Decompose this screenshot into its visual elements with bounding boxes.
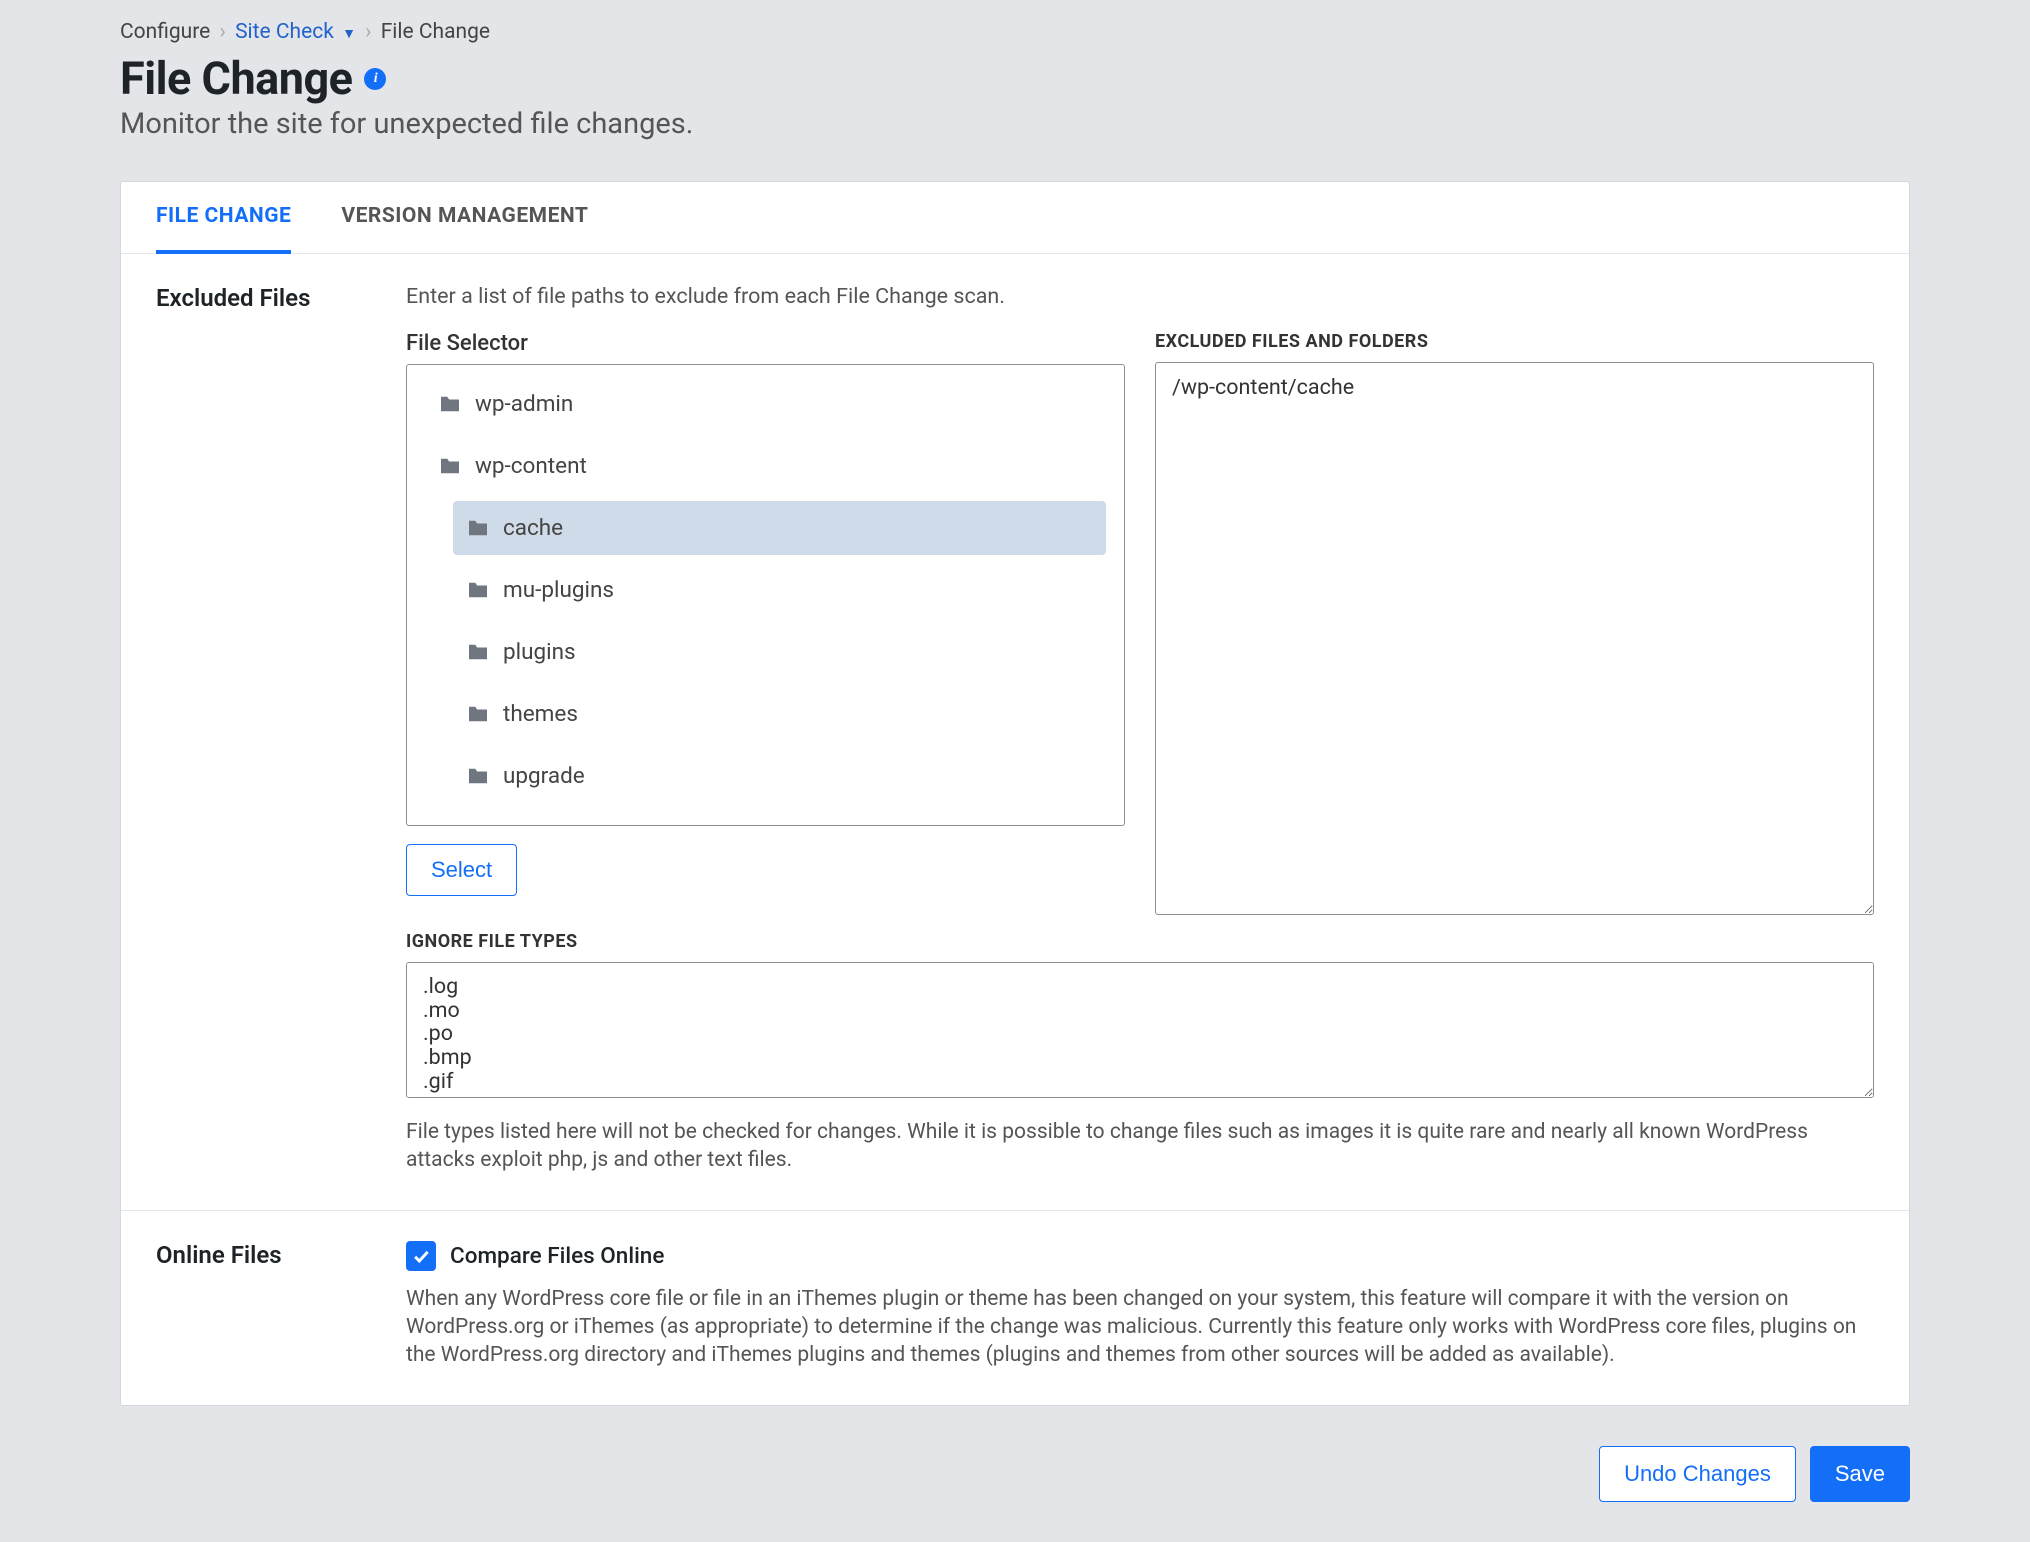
save-button[interactable]: Save [1810, 1446, 1910, 1502]
tree-item[interactable]: wp-admin [425, 377, 1106, 431]
tree-item[interactable]: mu-plugins [453, 563, 1106, 617]
tree-item[interactable]: themes [453, 687, 1106, 741]
check-icon [411, 1246, 431, 1266]
ignore-file-types-footnote: File types listed here will not be check… [406, 1118, 1874, 1175]
tree-item-label: mu-plugins [503, 577, 614, 603]
breadcrumb-root[interactable]: Configure [120, 20, 210, 44]
breadcrumb-leaf: File Change [381, 20, 490, 44]
tree-item[interactable]: cache [453, 501, 1106, 555]
folder-icon [467, 519, 489, 537]
tree-item[interactable]: plugins [453, 625, 1106, 679]
section-label: Online Files [156, 1241, 406, 1370]
file-selector-label: File Selector [406, 331, 1125, 356]
select-button[interactable]: Select [406, 844, 517, 896]
section-online-files: Online Files Compare Files Online When a… [121, 1210, 1909, 1405]
section-excluded-files: Excluded Files Enter a list of file path… [121, 254, 1909, 1210]
page-title: File Change i [120, 52, 1910, 105]
excluded-files-label: EXCLUDED FILES AND FOLDERS [1155, 331, 1874, 352]
tree-item-label: themes [503, 701, 578, 727]
compare-files-online-label: Compare Files Online [450, 1243, 664, 1269]
excluded-files-textarea[interactable] [1155, 362, 1874, 915]
tree-item[interactable]: upgrade [453, 749, 1106, 803]
tree-item-label: plugins [503, 639, 576, 665]
ignore-file-types-textarea[interactable] [406, 962, 1874, 1098]
compare-files-online-checkbox[interactable] [406, 1241, 436, 1271]
folder-icon [467, 643, 489, 661]
folder-icon [467, 581, 489, 599]
undo-changes-button[interactable]: Undo Changes [1599, 1446, 1796, 1502]
settings-card: FILE CHANGE VERSION MANAGEMENT Excluded … [120, 181, 1910, 1406]
tree-item-label: cache [503, 515, 563, 541]
folder-icon [439, 457, 461, 475]
chevron-down-icon[interactable]: ▼ [342, 26, 356, 42]
section-description: Enter a list of file paths to exclude fr… [406, 284, 1874, 309]
tabs: FILE CHANGE VERSION MANAGEMENT [121, 182, 1909, 254]
tab-file-change[interactable]: FILE CHANGE [156, 182, 291, 254]
tab-version-management[interactable]: VERSION MANAGEMENT [341, 182, 588, 254]
tree-item[interactable]: wp-content [425, 439, 1106, 493]
section-label: Excluded Files [156, 284, 406, 1175]
folder-icon [439, 395, 461, 413]
tree-item-label: wp-admin [475, 391, 573, 417]
info-icon[interactable]: i [364, 68, 386, 90]
chevron-right-icon: › [220, 20, 226, 44]
online-files-description: When any WordPress core file or file in … [406, 1285, 1874, 1370]
action-bar: Undo Changes Save [120, 1446, 1910, 1502]
breadcrumb-site-check[interactable]: Site Check [235, 20, 334, 44]
page-subtitle: Monitor the site for unexpected file cha… [120, 107, 1910, 141]
chevron-right-icon: › [365, 20, 371, 44]
breadcrumb: Configure › Site Check ▼ › File Change [120, 20, 1910, 44]
tree-item-label: upgrade [503, 763, 585, 789]
folder-icon [467, 767, 489, 785]
tree-item-label: wp-content [475, 453, 587, 479]
folder-icon [467, 705, 489, 723]
ignore-file-types-label: IGNORE FILE TYPES [406, 931, 1874, 952]
file-tree[interactable]: wp-admin wp-content cache mu-plugins plugins… [406, 364, 1125, 826]
page-title-text: File Change [120, 52, 352, 105]
